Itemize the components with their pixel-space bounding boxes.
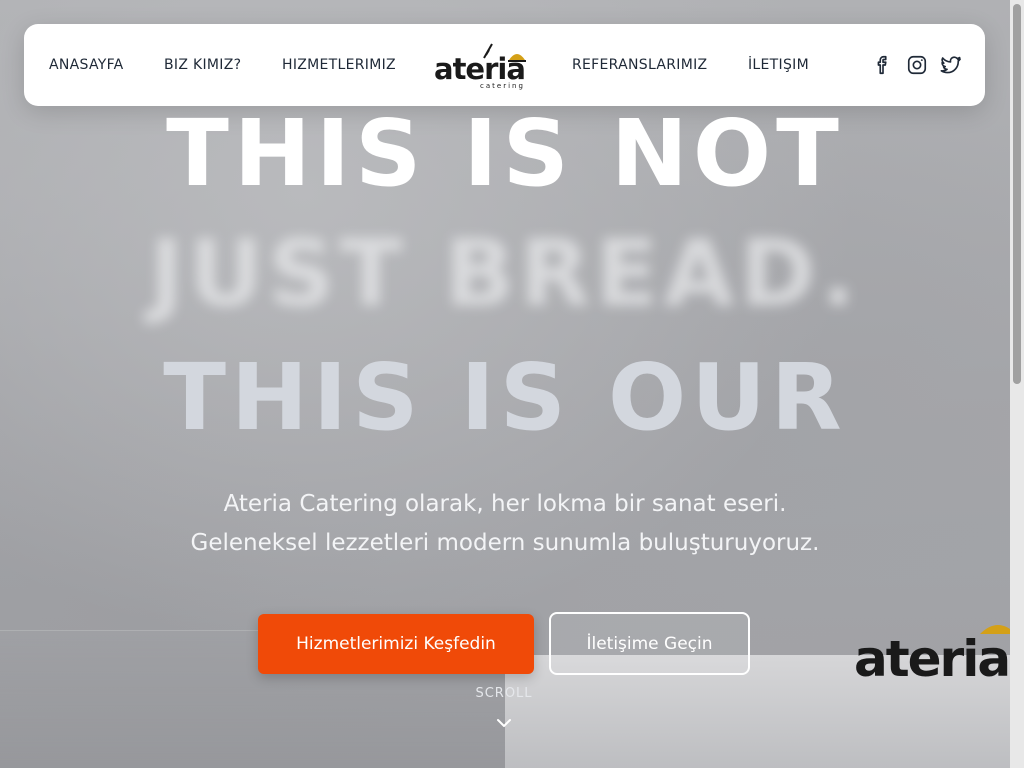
page-scrollbar[interactable] [1010,0,1024,768]
side-brand-logo: ateria [852,620,1022,684]
hero-subtext-line-1: Ateria Catering olarak, her lokma bir sa… [223,491,787,517]
nav-link-services[interactable]: HIZMETLERIMIZ [282,57,396,73]
hero-subtext-line-2: Geleneksel lezzetleri modern sunumla bul… [190,530,820,556]
nav-link-references[interactable]: REFERANSLARIMIZ [572,57,707,73]
nav-link-home[interactable]: ANASAYFA [49,57,124,73]
chevron-down-icon[interactable] [495,714,513,732]
scrollbar-thumb[interactable] [1013,4,1021,384]
nav-link-contact[interactable]: İLETIŞIM [748,57,809,73]
navbar: ANASAYFA BIZ KIMIZ? HIZMETLERIMIZ ateria… [24,24,985,106]
logo-mark: ateria catering [434,43,526,90]
logo-subword: catering [480,82,525,90]
hero-headline-line-2: JUST BREAD. [149,220,861,327]
scroll-label[interactable]: SCROLL [454,686,554,701]
nav-link-about[interactable]: BIZ KIMIZ? [164,57,241,73]
contact-us-button[interactable]: İletişime Geçin [549,612,750,675]
instagram-icon[interactable] [906,54,928,76]
hero-headline-line-3: THIS IS OUR [163,344,847,451]
twitter-icon[interactable] [940,54,962,76]
hero-headline-line-1: THIS IS NOT [166,100,844,207]
facebook-icon[interactable] [872,54,894,76]
brand-logo[interactable]: ateria catering [432,38,532,94]
logo-word: ateria [434,52,525,86]
explore-services-button[interactable]: Hizmetlerimizi Keşfedin [258,614,534,674]
side-logo-word: ateria [854,630,1009,684]
